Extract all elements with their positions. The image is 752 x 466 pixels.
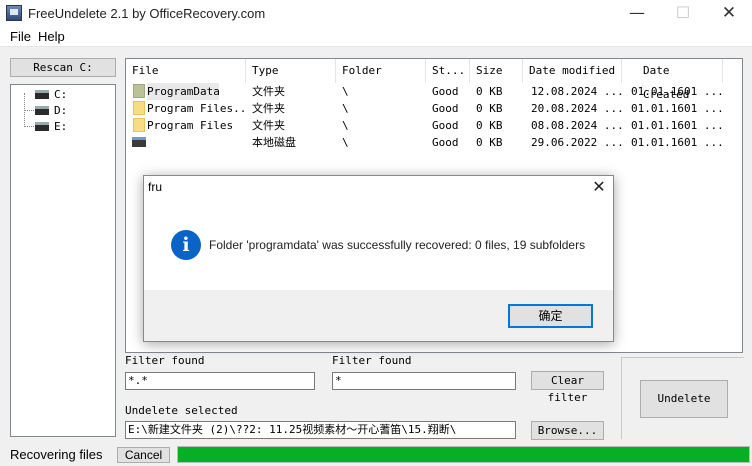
cancel-button[interactable]: Cancel (117, 447, 170, 463)
filter-input-2[interactable]: * (332, 372, 516, 390)
app-icon (6, 5, 22, 21)
dialog-footer: 确定 (144, 290, 613, 341)
cell-status: Good (432, 136, 459, 149)
menu-file[interactable]: File (10, 28, 31, 45)
cell-modified: 29.06.2022 ... (531, 136, 623, 149)
browse-button[interactable]: Browse... (531, 421, 604, 440)
drive-label: C: (54, 88, 68, 101)
column-header-date-modified[interactable]: Date modified (523, 59, 622, 83)
filter-label-1: Filter found (125, 354, 205, 367)
folder-icon (133, 118, 145, 132)
cell-folder: \ (342, 85, 349, 98)
cell-created: 01.01.1601 ... (631, 136, 723, 149)
message-dialog: fru ✕ i Folder 'programdata' was success… (143, 175, 614, 342)
drive-label: E: (54, 120, 68, 133)
cell-folder: \ (342, 102, 349, 115)
menu-help[interactable]: Help (38, 28, 65, 45)
tree-item-c[interactable]: C: (11, 87, 115, 103)
menu-bar: File Help (0, 28, 752, 47)
column-header-folder[interactable]: Folder (336, 59, 426, 83)
cell-size: 0 KB (476, 119, 503, 132)
title-bar: FreeUndelete 2.1 by OfficeRecovery.com —… (0, 0, 752, 28)
close-button[interactable]: ✕ (706, 0, 752, 28)
status-text: Recovering files (10, 447, 103, 462)
cell-type: 文件夹 (252, 102, 285, 115)
column-header-file[interactable]: File (126, 59, 246, 83)
tree-item-d[interactable]: D: (11, 103, 115, 119)
filter-label-2: Filter found (332, 354, 412, 367)
window-title: FreeUndelete 2.1 by OfficeRecovery.com (28, 6, 266, 21)
maximize-button[interactable]: ☐ (660, 0, 706, 28)
cell-size: 0 KB (476, 102, 503, 115)
progress-fill (178, 447, 749, 462)
table-row[interactable]: Program Files... 文件夹 \ Good 0 KB 20.08.2… (126, 100, 742, 117)
tree-item-e[interactable]: E: (11, 119, 115, 135)
clear-filter-button[interactable]: Clear filter (531, 371, 604, 404)
progress-bar (177, 446, 750, 463)
cell-size: 0 KB (476, 85, 503, 98)
cell-modified: 20.08.2024 ... (531, 102, 623, 115)
table-row[interactable]: 本地磁盘 \ Good 0 KB 29.06.2022 ... 01.01.16… (126, 134, 742, 151)
dialog-close-button[interactable]: ✕ (589, 177, 609, 196)
folder-icon (133, 101, 145, 115)
drive-icon (35, 90, 49, 99)
hard-drive-icon (132, 137, 146, 147)
info-icon: i (171, 230, 201, 260)
cell-type: 文件夹 (252, 119, 285, 132)
filter-input-1[interactable]: *.* (125, 372, 315, 390)
cell-name: Program Files (147, 119, 234, 132)
cell-modified: 12.08.2024 ... (531, 85, 623, 98)
folder-icon (133, 84, 145, 98)
minimize-button[interactable]: — (614, 0, 660, 28)
list-header: File Type Folder St... Size Date modifie… (126, 59, 742, 101)
cell-status: Good (432, 85, 459, 98)
drive-label: D: (54, 104, 68, 117)
cell-created: 01.01.1601 ... (631, 85, 723, 98)
cell-name: Program Files... (147, 102, 247, 115)
cell-name: ProgramData (147, 83, 219, 100)
cell-status: Good (432, 102, 459, 115)
cell-modified: 08.08.2024 ... (531, 119, 623, 132)
column-header-size[interactable]: Size (470, 59, 523, 83)
undelete-selected-label: Undelete selected (125, 404, 238, 417)
destination-path-input[interactable]: E:\新建文件夹 (2)\??2: 11.25视频素材～开心蓍笛\15.翔断\ (125, 421, 516, 439)
cell-created: 01.01.1601 ... (631, 119, 723, 132)
cell-type: 本地磁盘 (252, 136, 296, 149)
cell-folder: \ (342, 136, 349, 149)
dialog-title: fru (148, 180, 163, 194)
cell-name (147, 134, 247, 151)
cell-folder: \ (342, 119, 349, 132)
cell-status: Good (432, 119, 459, 132)
column-header-status[interactable]: St... (426, 59, 470, 83)
column-header-date-created[interactable]: Date Created (622, 59, 723, 101)
rescan-button[interactable]: Rescan C: (10, 58, 116, 77)
column-header-type[interactable]: Type (246, 59, 336, 83)
cell-type: 文件夹 (252, 85, 285, 98)
drive-tree[interactable]: C: D: E: (10, 84, 116, 437)
table-row[interactable]: ProgramData 文件夹 \ Good 0 KB 12.08.2024 .… (126, 83, 742, 100)
cell-size: 0 KB (476, 136, 503, 149)
undelete-button[interactable]: Undelete (640, 380, 728, 418)
drive-icon (35, 106, 49, 115)
table-row[interactable]: Program Files 文件夹 \ Good 0 KB 08.08.2024… (126, 117, 742, 134)
cell-created: 01.01.1601 ... (631, 102, 723, 115)
ok-button[interactable]: 确定 (508, 304, 593, 328)
drive-icon (35, 122, 49, 131)
dialog-message: Folder 'programdata' was successfully re… (209, 238, 586, 252)
